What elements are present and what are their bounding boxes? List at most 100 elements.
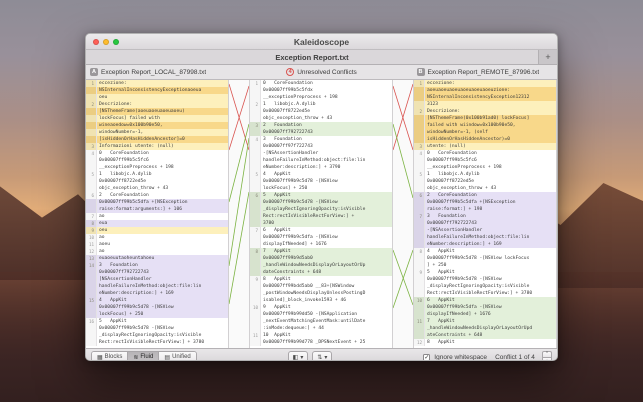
code-line[interactable]: 51 libobjc.A.dylib [414, 171, 556, 178]
code-line[interactable]: NSInternalInconsistencyExceptionaoeua [86, 87, 228, 94]
code-line[interactable]: 1110 AppKit [250, 332, 392, 339]
code-line[interactable]: 65 AppKit [250, 192, 392, 199]
code-line[interactable]: 0x00007ff99b9c5d78 -[NSView [250, 199, 392, 206]
code-line[interactable]: objc_exception_throw + 43 [250, 115, 392, 122]
add-tab-button[interactable]: + [539, 50, 557, 64]
zoom-button[interactable] [113, 39, 119, 45]
code-line[interactable]: lockFocus] + 250 [86, 311, 228, 318]
code-line[interactable]: 10ao [86, 234, 228, 241]
code-line[interactable]: [isHiddenOrHasHiddenAncestor]=0 [86, 136, 228, 143]
code-line[interactable]: 2Descrizione: [86, 101, 228, 108]
code-line[interactable]: _handleWindowNeedsDisplayOrLayoutOrUp [250, 262, 392, 269]
code-line[interactable]: objc_exception_throw + 43 [414, 185, 556, 192]
ignore-whitespace-checkbox[interactable]: ✓ [423, 354, 430, 361]
code-line[interactable]: 0x00007ff8722ed5e [86, 178, 228, 185]
code-line[interactable]: 128 AppKit [414, 339, 556, 346]
code-line[interactable]: 62 CoreFoundation [86, 192, 228, 199]
file-header-local[interactable]: A Exception Report_LOCAL_87998.txt [86, 68, 231, 76]
code-line[interactable]: Rect:rectIsVisibleRectForView:] + [250, 213, 392, 220]
minimize-button[interactable] [103, 39, 109, 45]
code-line[interactable]: [NSThemeFrame(aoeuaoeuaoeuaoeu) [86, 108, 228, 115]
code-line[interactable]: 109 AppKit [250, 304, 392, 311]
code-line[interactable]: 9oeu [86, 227, 228, 234]
code-line[interactable]: _postWindowNeedsDisplayUnlessPostingD [250, 290, 392, 297]
code-line[interactable]: eNumber:description:] + 169 [86, 290, 228, 297]
code-line[interactable]: 7ao [86, 213, 228, 220]
code-line[interactable]: 0x00007ff99bdd5ab0 __83+[NSWindow [250, 283, 392, 290]
code-line[interactable]: 21 libobjc.A.dylib [250, 101, 392, 108]
jump-popup[interactable]: ⇅ ▾ [312, 351, 332, 362]
code-line[interactable]: 0x00007ff99b9c5d78 -[NSView [250, 178, 392, 185]
code-line[interactable]: 10 CoreFoundation [250, 80, 392, 87]
code-line[interactable]: -[NSAssertionHandler [250, 150, 392, 157]
code-line[interactable]: 0x00007ff8722ed5e [250, 108, 392, 115]
code-line[interactable]: 0x00007ff8722ed5e [414, 178, 556, 185]
code-line[interactable]: objc_exception_throw + 43 [86, 185, 228, 192]
code-line[interactable]: 3123 [414, 101, 556, 108]
code-line[interactable]: 0x00007ff99b99dd50 -[NSApplication [250, 311, 392, 318]
code-line[interactable]: 0x00007ff99b9c5d78 -[NSView [414, 276, 556, 283]
code-line[interactable]: 0x00007ff792722743 [414, 220, 556, 227]
code-line[interactable]: 0x00007ff99b5c5fc6 [86, 157, 228, 164]
code-line[interactable]: eNumber:description:] + 169 [414, 241, 556, 248]
code-line[interactable]: lockFocus] + 250 [250, 185, 392, 192]
code-line[interactable]: [NSThemeFrame(0x100b91ad0) lockFocus] [414, 115, 556, 122]
code-line[interactable]: 51 libobjc.A.dylib [86, 171, 228, 178]
code-line[interactable]: NSInternalInconsistencyException12312 [414, 94, 556, 101]
code-line[interactable]: 165 AppKit [86, 318, 228, 325]
segment-blocks[interactable]: ▦ Blocks [92, 352, 128, 362]
code-line[interactable]: [NSAssertionHandler [86, 276, 228, 283]
code-line[interactable]: 0x00007ff99b5c5fdx [250, 87, 392, 94]
code-line[interactable]: 12ao [86, 248, 228, 255]
code-line[interactable]: 0x00007ff99b5c5dfa +[NSException [86, 199, 228, 206]
code-line[interactable]: __exceptionPreprocess + 198 [86, 164, 228, 171]
code-line[interactable]: 106 AppKit [414, 297, 556, 304]
code-line[interactable]: 3utente: (null) [414, 143, 556, 150]
code-line[interactable]: handleFailureInMethod:object:file:lin [86, 283, 228, 290]
code-line[interactable]: eNumber:description:] + 3790 [250, 164, 392, 171]
code-line[interactable]: 0x00007ff99b9c5dfa -[NSView [250, 234, 392, 241]
code-line[interactable]: 0x00007ff99b9c5d78 -[NSView [86, 304, 228, 311]
code-line[interactable]: 40 CoreFoundation [414, 150, 556, 157]
code-line[interactable]: 11aoeu [86, 241, 228, 248]
pane-remote[interactable]: 1eccezione:aoeuaoeuaoeuaoeuaoeuaoeuzione… [413, 80, 557, 348]
code-line[interactable]: raise:format:] + 198 [414, 206, 556, 213]
next-conflict-button[interactable]: ⌄ [542, 357, 552, 361]
code-line[interactable]: 95 AppKit [414, 269, 556, 276]
code-line[interactable]: handleFailureInMethod:object:file:lin [250, 157, 392, 164]
code-line[interactable]: 2Descrizione: [414, 108, 556, 115]
code-line[interactable]: ] + 250 [414, 262, 556, 269]
segment-fluid[interactable]: ≋ Fluid [128, 352, 159, 362]
code-line[interactable]: 154 AppKit [86, 297, 228, 304]
code-line[interactable]: 0x00007ff97f722743 [250, 143, 392, 150]
segment-unified[interactable]: ▤ Unified [159, 352, 195, 362]
code-line[interactable]: 13euaoeuutaoheuntahoeu [86, 255, 228, 262]
code-line[interactable]: 54 AppKit [250, 171, 392, 178]
code-line[interactable]: 87 AppKit [250, 248, 392, 255]
code-line[interactable]: _displayRectIgnoringOpacity:isVisible [414, 283, 556, 290]
code-line[interactable]: 32 Foundation [250, 122, 392, 129]
code-line[interactable]: 62 CoreFoundation [414, 192, 556, 199]
code-line[interactable]: isabled]_block_invoke1593 + 46 [250, 297, 392, 304]
tab-exception-report[interactable]: Exception Report.txt [86, 50, 539, 64]
code-line[interactable]: _displayRectIgnoringOpacity:isVisible [86, 332, 228, 339]
code-line[interactable]: 0x00007ff792722743 [250, 129, 392, 136]
code-line[interactable]: _displayRectIgnoringOpacity:isVisible [250, 206, 392, 213]
pane-base[interactable]: 10 CoreFoundation0x00007ff99b5c5fdx__exc… [249, 80, 393, 348]
code-line[interactable]: ateConstraints + 648 [414, 332, 556, 339]
code-line[interactable]: _handleWindowNeedsDisplayOrLayoutOrUpd [414, 325, 556, 332]
code-line[interactable]: 0x00007ff792722743 [86, 269, 228, 276]
code-line[interactable]: 117 AppKit [414, 318, 556, 325]
code-line[interactable]: 1eccezione: [414, 80, 556, 87]
code-line[interactable]: lockFocus] failed with [86, 115, 228, 122]
code-line[interactable]: 76 AppKit [250, 227, 392, 234]
unresolved-conflicts-header[interactable]: 4 Unresolved Conflicts [231, 68, 413, 76]
code-line[interactable]: 0x00007ff99b5c5dfa +[NSException [414, 199, 556, 206]
code-line[interactable]: 143 Foundation [86, 262, 228, 269]
view-options-popup[interactable]: ◧ ▾ [288, 351, 309, 362]
code-line[interactable]: failed with wiindow=0x100b90e50, [414, 122, 556, 129]
code-line[interactable]: oeu [86, 94, 228, 101]
code-line[interactable]: 1eccezione: [86, 80, 228, 87]
code-line[interactable]: handleFailureInMethod:object:file:lin [414, 234, 556, 241]
code-line[interactable]: aoeuaoeuaoeuaoeuaoeuaoeuzione: [414, 87, 556, 94]
